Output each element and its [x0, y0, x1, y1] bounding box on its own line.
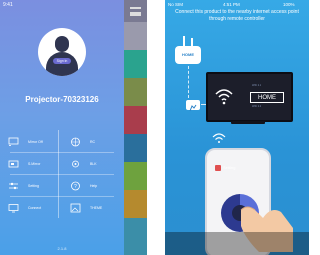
strip-tile[interactable]: [124, 218, 147, 255]
tv-wifi-label: WiFi 2.1: [252, 84, 262, 87]
menu-divider: [10, 196, 114, 197]
wifi-icon: [215, 89, 233, 105]
gear-icon: [9, 182, 18, 190]
status-carrier: No SIM: [168, 2, 184, 7]
settings-icon: [72, 160, 79, 168]
menu-item-blk[interactable]: BLK: [70, 156, 120, 174]
svg-text:?: ?: [74, 184, 77, 190]
dongle-illustration: [186, 100, 200, 112]
avatar-body: [46, 52, 78, 76]
strip-tile[interactable]: [124, 134, 147, 162]
hamburger-icon[interactable]: [130, 7, 141, 16]
avatar-head: [55, 36, 69, 52]
strip-tile[interactable]: [124, 50, 147, 78]
menu-label: Setting: [28, 184, 39, 188]
router-label: HOME: [182, 52, 194, 57]
hand-icon: [189, 104, 197, 112]
screen-icon: [8, 160, 19, 168]
status-battery: 100%: [283, 2, 295, 7]
menu-label: Mirror Off: [28, 140, 43, 144]
menu-item-smirror[interactable]: S.Mirror: [8, 156, 58, 174]
bottom-bar: [165, 232, 309, 255]
menu-label: Help: [90, 184, 98, 188]
menu-item-theme[interactable]: THEME: [70, 200, 120, 218]
menu-divider: [10, 152, 114, 153]
tv-home-option: HOME: [250, 92, 284, 103]
strip-tile[interactable]: [124, 162, 147, 190]
strip-tile[interactable]: [124, 190, 147, 218]
strip-tile[interactable]: [124, 78, 147, 106]
menu-divider: [10, 174, 114, 175]
status-time: 4:51 PM: [223, 2, 240, 7]
device-name: Projector-70323126: [25, 95, 99, 104]
tv-stand: [231, 121, 265, 124]
tv-illustration: WiFi 2.1 HOME WiFi 2.2: [206, 72, 293, 122]
avatar[interactable]: Sign in: [38, 28, 86, 76]
menu-label: BLK: [90, 162, 97, 166]
strip-tile[interactable]: [124, 106, 147, 134]
left-phone-screenshot: 9:41 Sign in Projector-70323126 Mirror O…: [0, 0, 147, 255]
phone-setting-item: Setting: [213, 164, 245, 172]
sidebar-menu: 9:41 Sign in Projector-70323126 Mirror O…: [0, 0, 124, 255]
setting-icon: [215, 164, 221, 171]
tv-wifi-label: WiFi 2.2: [252, 105, 262, 108]
right-phone-screenshot: No SIM 4:51 PM 100% Connect this product…: [165, 0, 309, 255]
monitor-icon: [8, 204, 19, 213]
app-version: 2.1.8: [57, 246, 67, 251]
menu-label: RC: [90, 140, 96, 144]
wifi-icon: [212, 133, 226, 143]
instruction-text: Connect this product to the nearby inter…: [175, 9, 299, 22]
question-icon: ?: [71, 181, 80, 191]
strip-tile[interactable]: [124, 22, 147, 50]
cast-icon: [8, 137, 19, 146]
menu-item-setting[interactable]: Setting: [8, 178, 58, 196]
picture-icon: [70, 203, 81, 213]
menu-item-connect[interactable]: Connect: [8, 200, 58, 218]
globe-icon: [71, 137, 80, 147]
menu-item-rc[interactable]: RC: [70, 134, 120, 152]
menu-label: S.Mirror: [28, 162, 41, 166]
menu-item-mirror[interactable]: Mirror Off: [8, 134, 58, 152]
connection-line: [188, 66, 189, 98]
menu-label: Connect: [28, 206, 42, 210]
status-bar: 9:41: [0, 0, 124, 10]
phone-setting-label: Setting: [223, 165, 236, 170]
status-time: 9:41: [3, 2, 13, 8]
sign-in-button[interactable]: Sign in: [53, 58, 71, 64]
menu-item-help[interactable]: ? Help: [70, 178, 120, 196]
router-illustration: HOME: [175, 36, 201, 64]
strip-header[interactable]: [124, 0, 147, 22]
menu-label: THEME: [90, 206, 103, 210]
background-app-strip[interactable]: [124, 0, 147, 255]
